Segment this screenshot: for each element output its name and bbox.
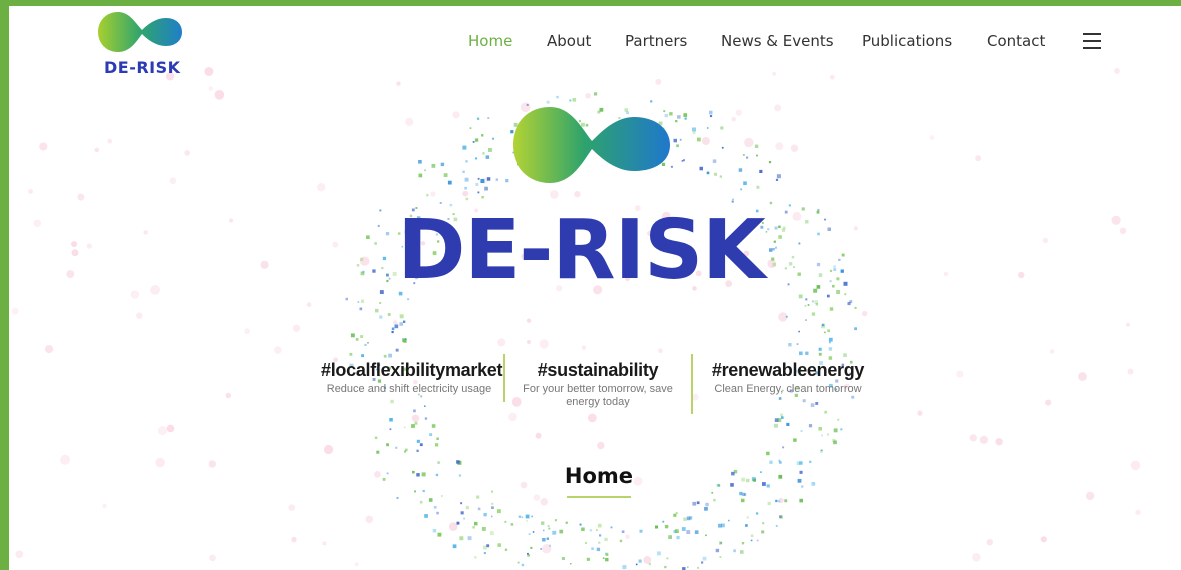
site-logo[interactable]: DE-RISK [94,10,184,77]
hamburger-menu-icon[interactable] [1083,33,1101,49]
logo-mark-icon [98,12,182,52]
tag-local-flexibility-market: #localflexibilitymarket Reduce and shift… [321,360,503,396]
hero-title: DE-RISK [397,203,765,298]
tag-title: #renewableenergy [711,360,865,380]
tag-divider [503,354,505,402]
tag-title: #localflexibilitymarket [321,360,503,380]
heading-underline [567,496,631,498]
nav-item-news-events[interactable]: News & Events [721,32,834,50]
tag-subtitle: For your better tomorrow, save energy to… [523,383,673,408]
tag-subtitle: Clean Energy, clean tomorrow [714,383,862,395]
nav-item-contact[interactable]: Contact [987,32,1045,50]
tag-title: #sustainability [537,360,659,380]
tag-divider [691,354,693,414]
tag-renewable-energy: #renewableenergy Clean Energy, clean tom… [706,360,870,396]
logo-wordmark: DE-RISK [104,58,181,77]
hero-logo-mark-icon [510,105,672,190]
page-heading: Home [564,464,634,488]
tag-subtitle: Reduce and shift electricity usage [326,383,492,395]
nav-item-partners[interactable]: Partners [625,32,687,50]
nav-item-publications[interactable]: Publications [862,32,952,50]
nav-item-home[interactable]: Home [468,32,512,50]
tag-sustainability: #sustainability For your better tomorrow… [508,360,688,409]
nav-item-about[interactable]: About [547,32,591,50]
